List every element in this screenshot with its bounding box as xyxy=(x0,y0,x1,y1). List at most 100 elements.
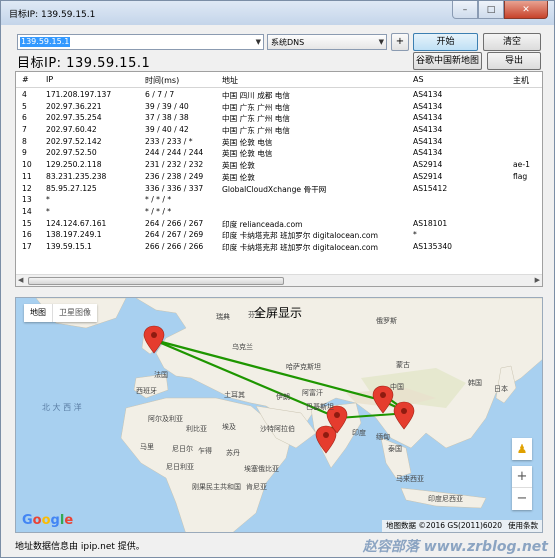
table-row[interactable]: 10 129.250.2.118 231 / 232 / 232 英国 伦敦 AS291… xyxy=(16,159,542,171)
route-map[interactable]: 北 大 西 洋 瑞典 芬兰 俄罗斯 哈萨克斯坦 蒙古 中国 印度 伊朗 土耳其 … xyxy=(15,297,543,533)
column-header-address[interactable]: 地址 xyxy=(222,75,238,86)
hop-index: 6 xyxy=(22,113,27,123)
watermark: 赵容部落 www.zrblog.net xyxy=(362,539,548,555)
table-row[interactable]: 7 202.97.60.42 39 / 40 / 42 中国 广东 广州 电信 AS41… xyxy=(16,124,542,136)
map-label-france: 法国 xyxy=(154,371,168,379)
column-header-as[interactable]: AS xyxy=(413,75,424,84)
hop-index: 11 xyxy=(22,171,32,181)
map-label-china: 中国 xyxy=(390,383,404,391)
column-header-host[interactable]: 主机 xyxy=(513,75,529,86)
map-label-niger: 尼日尔 xyxy=(172,445,193,453)
hop-ip: * xyxy=(46,195,50,205)
chevron-down-icon[interactable]: ▼ xyxy=(256,38,261,46)
map-label-kazakhstan: 哈萨克斯坦 xyxy=(286,363,321,371)
hop-ip: 129.250.2.118 xyxy=(46,160,102,170)
hop-index: 15 xyxy=(22,218,32,228)
table-row[interactable]: 6 202.97.35.254 37 / 38 / 38 中国 广东 广州 电信 AS4… xyxy=(16,112,542,124)
map-label-korea: 韩国 xyxy=(468,379,482,387)
map-label-malaysia: 马来西亚 xyxy=(396,475,424,483)
scrollbar-thumb[interactable] xyxy=(28,277,284,285)
zoom-control: + − xyxy=(512,466,532,510)
map-label-atlantic: 北 大 西 洋 xyxy=(42,403,82,412)
title-bar[interactable]: 目标IP: 139.59.15.1 – □ ✕ xyxy=(1,1,554,25)
google-logo: Google xyxy=(22,513,73,528)
hop-time: * / * / * xyxy=(145,206,172,216)
hop-as: AS2914 xyxy=(413,160,443,170)
hop-time: 264 / 266 / 267 xyxy=(145,218,204,228)
map-label-chad: 乍得 xyxy=(198,447,212,455)
map-label-drc: 刚果民主共和国 xyxy=(192,483,241,491)
table-body: 4 171.208.197.137 6 / 7 / 7 中国 四川 成都 电信 AS41… xyxy=(16,89,542,253)
hop-as: AS4134 xyxy=(413,148,443,158)
hop-time: * / * / * xyxy=(145,195,172,205)
status-bar: 地址数据信息由 ipip.net 提供。 赵容部落 www.zrblog.net xyxy=(1,534,554,558)
map-label-turkey: 土耳其 xyxy=(224,391,245,399)
hop-address: 英国 伦敦 电信 xyxy=(222,149,273,159)
hop-address: 印度 relianceada.com xyxy=(222,219,303,229)
map-label-nigeria: 尼日利亚 xyxy=(166,463,194,471)
map-label-ethiopia: 埃塞俄比亚 xyxy=(244,465,279,473)
scroll-right-icon[interactable]: ▶ xyxy=(535,276,540,284)
world-map-graphic xyxy=(35,298,542,532)
zoom-out-button[interactable]: − xyxy=(512,488,532,510)
hop-time: 236 / 238 / 249 xyxy=(145,171,204,181)
map-label-ukraine: 乌克兰 xyxy=(232,343,253,351)
hop-address: 印度 卡纳塔克邦 班加罗尔 digitalocean.com xyxy=(222,231,378,241)
zoom-in-button[interactable]: + xyxy=(512,466,532,488)
close-button[interactable]: ✕ xyxy=(504,1,548,19)
table-row[interactable]: 4 171.208.197.137 6 / 7 / 7 中国 四川 成都 电信 AS41… xyxy=(16,89,542,101)
fullscreen-button[interactable]: 全屏显示 xyxy=(254,304,302,321)
clear-button[interactable]: 清空 xyxy=(483,33,541,51)
status-text: 地址数据信息由 ipip.net 提供。 xyxy=(15,542,145,552)
minimize-button[interactable]: – xyxy=(452,1,478,19)
hop-index: 17 xyxy=(22,241,32,251)
dns-select-value: 系统DNS xyxy=(271,38,305,47)
maximize-button[interactable]: □ xyxy=(478,1,504,19)
map-tab[interactable]: 地图 xyxy=(24,304,52,322)
table-row[interactable]: 17 139.59.15.1 266 / 266 / 266 印度 卡纳塔克邦 班加罗… xyxy=(16,241,542,253)
map-label-mongolia: 蒙古 xyxy=(396,361,410,369)
google-logo-letter: e xyxy=(64,513,74,528)
hop-as: AS4134 xyxy=(413,90,443,99)
table-row[interactable]: 15 124.124.67.161 264 / 266 / 267 印度 relian… xyxy=(16,218,542,230)
satellite-tab[interactable]: 卫星图像 xyxy=(52,304,97,322)
table-row[interactable]: 14 * * / * / * xyxy=(16,206,542,218)
scroll-left-icon[interactable]: ◀ xyxy=(18,276,23,284)
hop-address: 英国 伦敦 xyxy=(222,161,255,171)
column-header-index[interactable]: # xyxy=(22,75,29,84)
table-row[interactable]: 5 202.97.36.221 39 / 39 / 40 中国 广东 广州 电信 AS4… xyxy=(16,101,542,113)
pegman-icon[interactable]: ♟ xyxy=(512,438,532,460)
table-row[interactable]: 13 * * / * / * xyxy=(16,194,542,206)
hop-time: 39 / 39 / 40 xyxy=(145,101,189,111)
hop-ip: 202.97.36.221 xyxy=(46,101,102,111)
terms-link[interactable]: 使用条款 xyxy=(508,520,538,532)
hop-ip: 138.197.249.1 xyxy=(46,230,102,240)
map-label-sudan: 苏丹 xyxy=(226,449,240,457)
hop-time: 264 / 267 / 269 xyxy=(145,230,204,240)
horizontal-scrollbar[interactable]: ◀ ▶ xyxy=(16,274,542,286)
hop-index: 13 xyxy=(22,195,32,205)
table-row[interactable]: 9 202.97.52.50 244 / 244 / 244 英国 伦敦 电信 AS41… xyxy=(16,147,542,159)
add-dns-button[interactable]: + xyxy=(391,33,409,51)
google-china-map-button[interactable]: 谷歌中国新地图 xyxy=(413,52,482,70)
table-row[interactable]: 12 85.95.27.125 336 / 336 / 337 GlobalCloud… xyxy=(16,183,542,195)
map-label-saudi: 沙特阿拉伯 xyxy=(260,425,295,433)
table-row[interactable]: 16 138.197.249.1 264 / 267 / 269 印度 卡纳塔克邦 班… xyxy=(16,229,542,241)
column-header-ip[interactable]: IP xyxy=(46,75,53,84)
dns-select[interactable]: 系统DNS ▼ xyxy=(267,34,387,50)
start-button[interactable]: 开始 xyxy=(413,33,478,51)
hop-index: 5 xyxy=(22,101,27,111)
hop-ip: 85.95.27.125 xyxy=(46,183,97,193)
column-header-time[interactable]: 时间(ms) xyxy=(145,75,179,86)
hop-time: 266 / 266 / 266 xyxy=(145,241,204,251)
hop-address: 中国 广东 广州 电信 xyxy=(222,102,290,112)
table-row[interactable]: 8 202.97.52.142 233 / 233 / * 英国 伦敦 电信 AS413… xyxy=(16,136,542,148)
hop-table[interactable]: # IP 时间(ms) 地址 AS 主机 4 171.208.197.137 6 /… xyxy=(15,71,543,287)
table-row[interactable]: 11 83.231.235.238 236 / 238 / 249 英国 伦敦 AS29… xyxy=(16,171,542,183)
hop-ip: 202.97.52.142 xyxy=(46,136,102,146)
export-button[interactable]: 导出 xyxy=(487,52,541,70)
hop-as: AS2914 xyxy=(413,171,443,181)
hop-address: GlobalCloudXchange 骨干网 xyxy=(222,184,327,194)
hop-index: 16 xyxy=(22,230,32,240)
ip-input[interactable]: 139.59.15.1 ▼ xyxy=(17,34,264,50)
